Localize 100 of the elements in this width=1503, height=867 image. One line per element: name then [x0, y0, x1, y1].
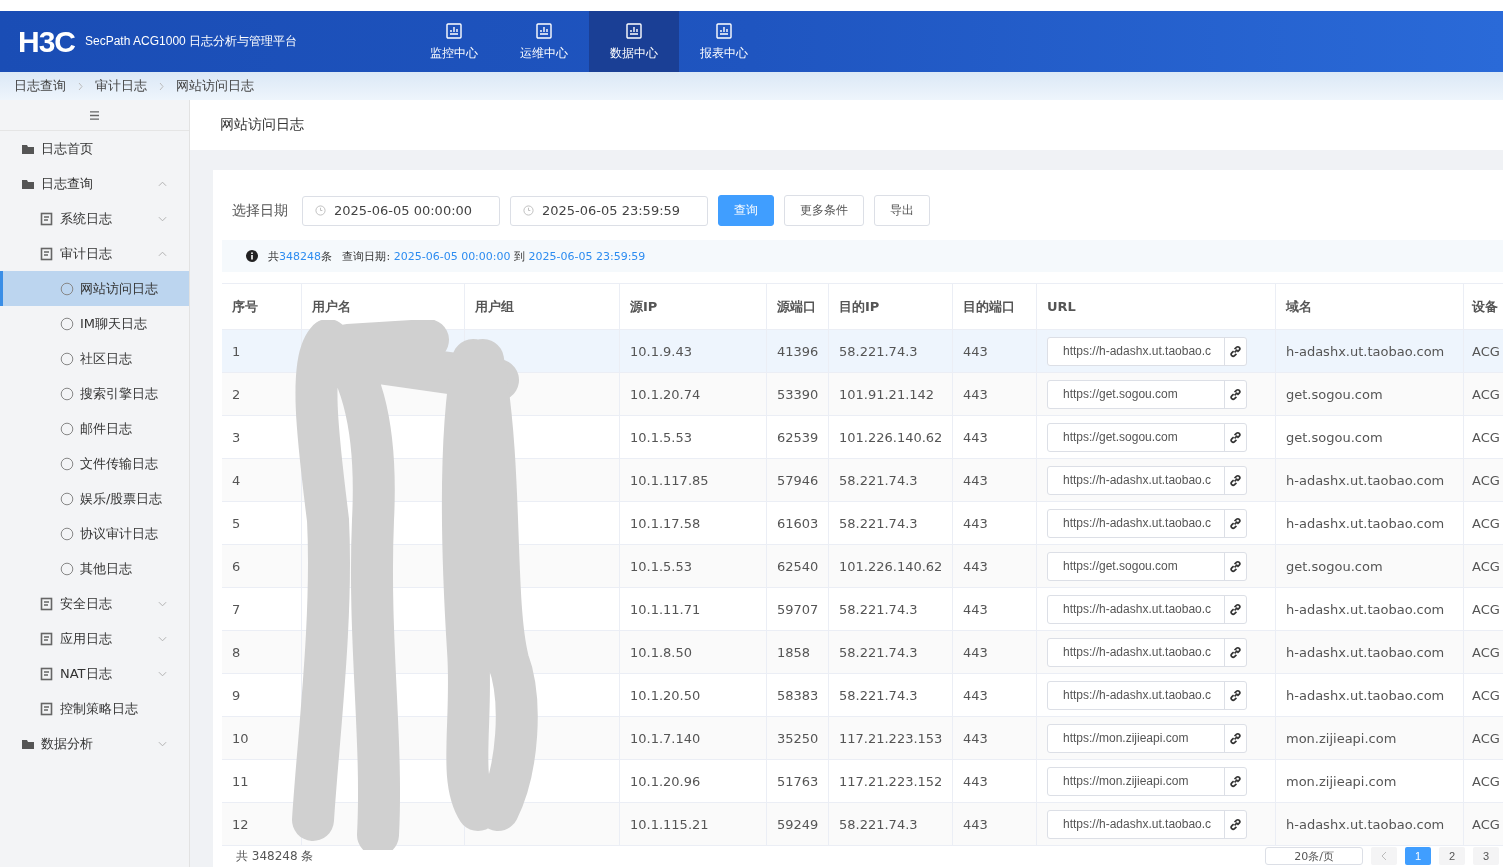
link-icon[interactable]: [1229, 731, 1242, 745]
link-icon[interactable]: [1229, 688, 1242, 702]
table-cell: h-adashx.ut.taobao.com: [1276, 674, 1464, 716]
sidebar-item[interactable]: 日志首页: [0, 131, 189, 166]
action-button[interactable]: 导出: [874, 195, 930, 226]
url-field[interactable]: https://h-adashx.ut.taobao.c: [1047, 336, 1247, 366]
table-cell: 59249: [767, 803, 829, 845]
table-cell: h-adashx.ut.taobao.com: [1276, 803, 1464, 845]
nav-tab[interactable]: 报表中心: [679, 11, 769, 72]
url-field[interactable]: https://h-adashx.ut.taobao.c: [1047, 809, 1247, 839]
table-cell: 101.91.21.142: [829, 373, 953, 415]
circle-icon: [60, 561, 74, 576]
column-header: 设备: [1471, 297, 1499, 316]
table-cell: 59707: [767, 588, 829, 630]
total-count: 共 348248 条: [236, 847, 314, 865]
sidebar-item[interactable]: 系统日志: [0, 201, 189, 236]
breadcrumb-link[interactable]: 网站访问日志: [176, 77, 254, 95]
date-field[interactable]: 2025-06-05 23:59:59: [510, 195, 708, 226]
table-cell: 443: [953, 760, 1037, 802]
breadcrumb-link[interactable]: 审计日志: [95, 77, 147, 95]
chevron-icon: [158, 670, 167, 677]
table-cell: 1858: [767, 631, 829, 673]
sidebar-item[interactable]: 社区日志: [0, 341, 189, 376]
table-cell: get.sogou.com: [1276, 545, 1464, 587]
url-field[interactable]: https://h-adashx.ut.taobao.c: [1047, 637, 1247, 667]
sidebar-item[interactable]: 娱乐/股票日志: [0, 481, 189, 516]
table-cell: 101.226.140.62: [829, 545, 953, 587]
table-cell: 443: [953, 502, 1037, 544]
table-cell-text: ACG: [1471, 342, 1501, 361]
table-cell: 8: [222, 631, 302, 673]
sidebar-item[interactable]: 控制策略日志: [0, 691, 189, 726]
sidebar-item[interactable]: 其他日志: [0, 551, 189, 586]
sidebar-item[interactable]: 文件传输日志: [0, 446, 189, 481]
circle-icon: [60, 386, 74, 401]
chevron-icon: [158, 250, 167, 257]
table-cell: 2: [222, 373, 302, 415]
table-cell: 101.226.140.62: [829, 416, 953, 458]
url-field[interactable]: https://h-adashx.ut.taobao.c: [1047, 465, 1247, 495]
nav-tab[interactable]: 数据中心: [589, 11, 679, 72]
url-field[interactable]: https://mon.zijieapi.com: [1047, 723, 1247, 753]
url-field[interactable]: https://get.sogou.com: [1047, 379, 1247, 409]
page-button[interactable]: 2: [1439, 847, 1465, 865]
filter-label: 选择日期: [232, 201, 288, 220]
table-cell: 443: [953, 545, 1037, 587]
link-icon[interactable]: [1229, 645, 1242, 659]
table-cell: 58.221.74.3: [829, 330, 953, 372]
nav-tab[interactable]: 运维中心: [499, 11, 589, 72]
nav-tab[interactable]: 监控中心: [409, 11, 499, 72]
column-header: 域名: [1276, 284, 1464, 329]
table-cell: mon.zijieapi.com: [1276, 760, 1464, 802]
action-button[interactable]: 更多条件: [784, 195, 864, 226]
table-cell: 57946: [767, 459, 829, 501]
link-icon[interactable]: [1229, 602, 1242, 616]
table-cell: 10.1.20.50: [620, 674, 767, 716]
link-icon[interactable]: [1229, 430, 1242, 444]
url-field[interactable]: https://h-adashx.ut.taobao.c: [1047, 508, 1247, 538]
url-field[interactable]: https://mon.zijieapi.com: [1047, 766, 1247, 796]
circle-icon: [60, 491, 74, 506]
clock-icon: [315, 205, 326, 216]
document-icon: [40, 666, 54, 681]
link-icon[interactable]: [1229, 559, 1242, 573]
date-field[interactable]: 2025-06-05 00:00:00: [302, 195, 500, 226]
url-field[interactable]: https://h-adashx.ut.taobao.c: [1047, 594, 1247, 624]
table-cell: 7: [222, 588, 302, 630]
table-cell: h-adashx.ut.taobao.com: [1276, 502, 1464, 544]
link-icon[interactable]: [1229, 473, 1242, 487]
chevron-icon: [1381, 851, 1387, 861]
page-button[interactable]: 3: [1473, 847, 1499, 865]
link-icon[interactable]: [1229, 516, 1242, 530]
table-cell: 443: [953, 631, 1037, 673]
table-cell: 10: [222, 717, 302, 759]
link-icon[interactable]: [1229, 387, 1242, 401]
sidebar-item[interactable]: 安全日志: [0, 586, 189, 621]
table-row[interactable]: 12 10.1.115.21 59249 58.221.74.3 443 https://h-adashx.ut.taobao.c h-adashx.ut.taobao.com ACG: [222, 803, 1503, 846]
table-cell: 10.1.5.53: [620, 416, 767, 458]
breadcrumb-link[interactable]: 日志查询: [14, 77, 66, 95]
sidebar-item[interactable]: IM聊天日志: [0, 306, 189, 341]
table-cell: 35250: [767, 717, 829, 759]
url-field[interactable]: https://get.sogou.com: [1047, 422, 1247, 452]
table-cell: 117.21.223.153: [829, 717, 953, 759]
sidebar-item[interactable]: 应用日志: [0, 621, 189, 656]
sidebar-item[interactable]: 日志查询: [0, 166, 189, 201]
sidebar-item[interactable]: 搜索引擎日志: [0, 376, 189, 411]
sidebar-item[interactable]: 协议审计日志: [0, 516, 189, 551]
link-icon[interactable]: [1229, 774, 1242, 788]
sidebar-item[interactable]: 审计日志: [0, 236, 189, 271]
sidebar-item[interactable]: NAT日志: [0, 656, 189, 691]
info-icon: [246, 250, 258, 262]
link-icon[interactable]: [1229, 817, 1242, 831]
page-size-select[interactable]: 20条/页: [1265, 847, 1363, 865]
url-field[interactable]: https://h-adashx.ut.taobao.c: [1047, 680, 1247, 710]
menu-icon[interactable]: [89, 110, 100, 120]
sidebar-item[interactable]: 网站访问日志: [0, 271, 189, 306]
url-field[interactable]: https://get.sogou.com: [1047, 551, 1247, 581]
sidebar-item[interactable]: 邮件日志: [0, 411, 189, 446]
sidebar-item[interactable]: 数据分析: [0, 726, 189, 761]
table-cell: 61603: [767, 502, 829, 544]
table-cell: 5: [222, 502, 302, 544]
link-icon[interactable]: [1229, 344, 1242, 358]
document-icon: [40, 211, 54, 226]
